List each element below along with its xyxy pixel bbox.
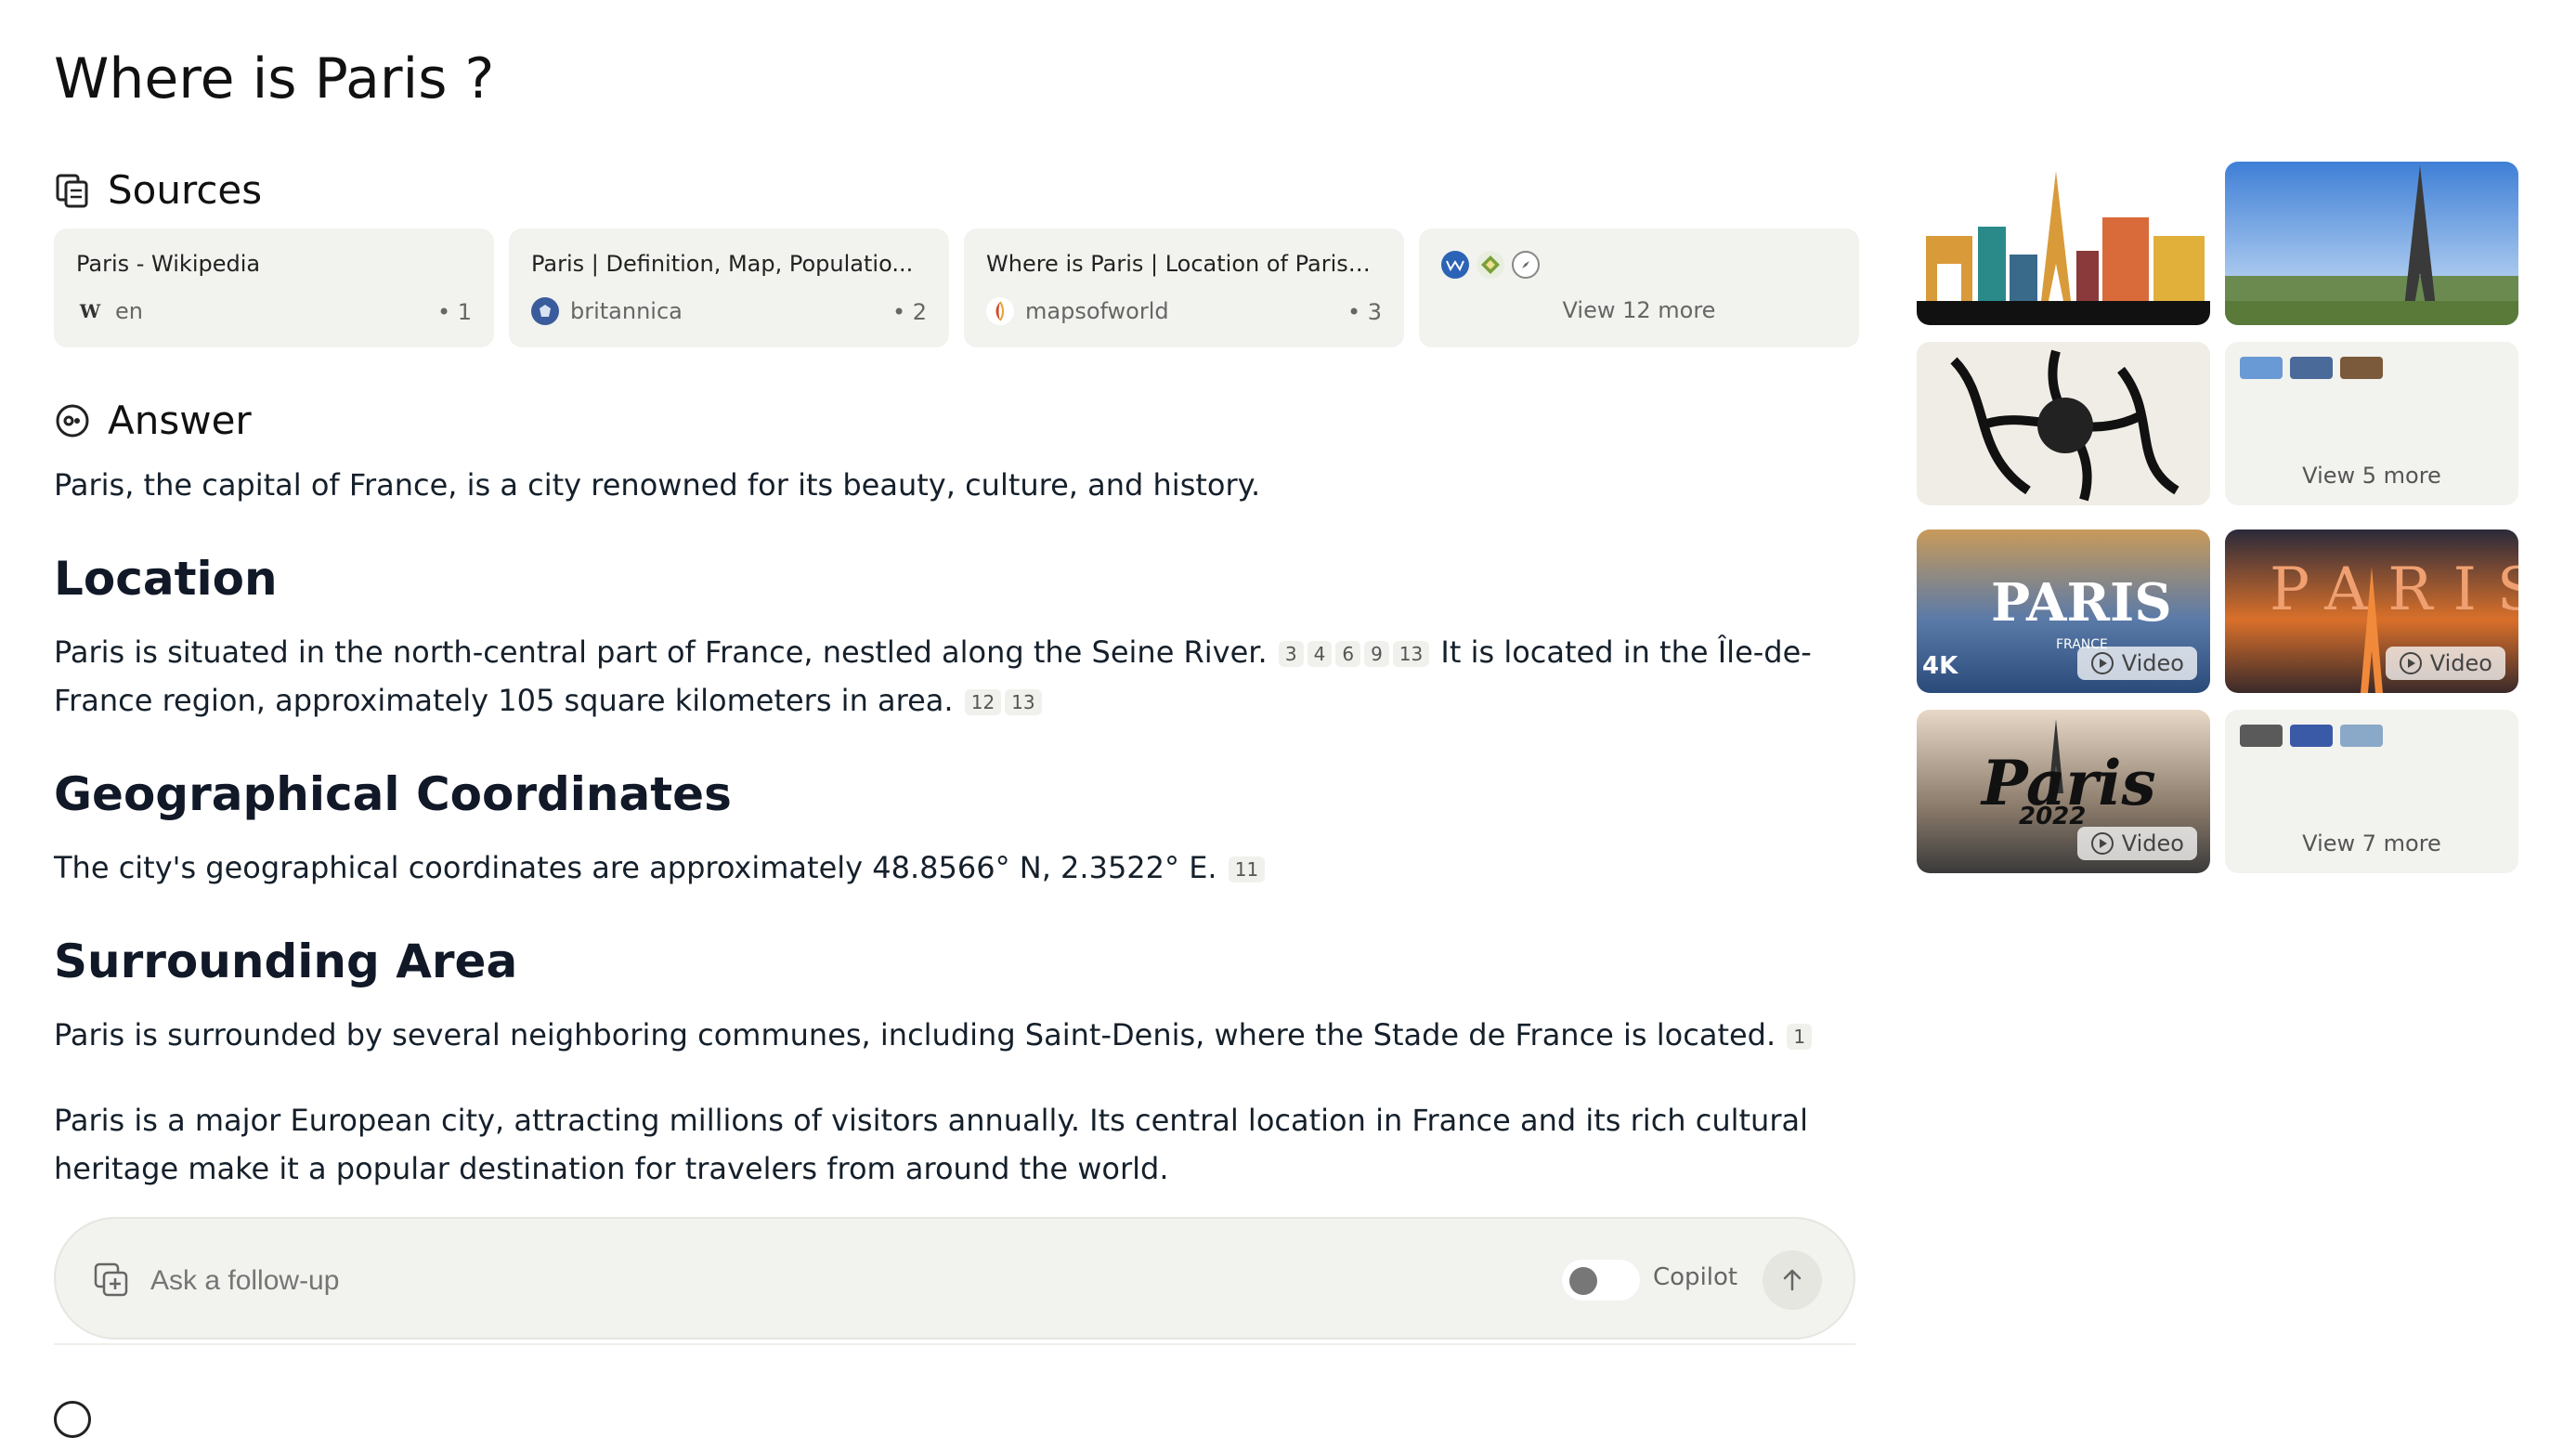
- source-index: • 1: [436, 299, 472, 325]
- source-index: • 2: [891, 299, 927, 325]
- source-site: mapsofworld: [1025, 298, 1169, 324]
- view-more-sources-button[interactable]: View 12 more: [1419, 229, 1859, 347]
- view-more-label: View 12 more: [1562, 297, 1716, 323]
- divider: [54, 1343, 1855, 1345]
- citation-badge[interactable]: 13: [1392, 641, 1430, 667]
- play-icon: [2090, 652, 2114, 674]
- page-title: Where is Paris ?: [54, 46, 495, 111]
- source-site: en: [115, 298, 143, 324]
- britannica-icon: [531, 297, 559, 325]
- mini-thumbnail: [2340, 725, 2383, 747]
- location-paragraph: Paris is situated in the north-central p…: [54, 634, 1812, 718]
- video-thumbnail[interactable]: Paris 2022 Video: [1917, 710, 2210, 873]
- mini-thumbnail: [2240, 725, 2283, 747]
- mini-thumbnail: [2290, 725, 2333, 747]
- view-more-label: View 7 more: [2302, 830, 2441, 856]
- mapsofworld-icon: [986, 297, 1014, 325]
- source-title: Paris - Wikipedia: [76, 251, 261, 277]
- citation-badge[interactable]: 11: [1228, 856, 1266, 882]
- sources-icon: [56, 174, 88, 207]
- video-subtitle: 4K: [1922, 652, 1958, 680]
- mini-thumbnail: [2240, 357, 2283, 379]
- view-more-label: View 5 more: [2302, 463, 2441, 489]
- image-thumbnail[interactable]: [1917, 162, 2210, 325]
- citation-badge[interactable]: 3: [1278, 641, 1304, 667]
- copilot-toggle[interactable]: [1562, 1260, 1640, 1301]
- video-badge: Video: [2385, 647, 2505, 680]
- source-card-mapsofworld[interactable]: Where is Paris | Location of Paris ... m…: [964, 229, 1404, 347]
- copilot-label: Copilot: [1653, 1263, 1738, 1291]
- citation-badge[interactable]: 6: [1335, 641, 1361, 667]
- section-heading-location: Location: [54, 552, 278, 606]
- video-subtitle: 2022: [2019, 803, 2087, 830]
- video-badge: Video: [2076, 647, 2197, 680]
- video-thumbnail[interactable]: PARIS Video: [2225, 529, 2518, 693]
- mini-thumbnail: [2340, 357, 2383, 379]
- sources-list: Paris - Wikipedia W en • 1 Paris | Defin…: [54, 229, 1859, 347]
- source-title: Where is Paris | Location of Paris ...: [986, 251, 1376, 277]
- source-site: britannica: [570, 298, 683, 324]
- video-thumbnail[interactable]: PARIS 4K FRANCE Video: [1917, 529, 2210, 693]
- closing-paragraph: Paris is a major European city, attracti…: [54, 1103, 1808, 1186]
- map-source-icon: [1477, 251, 1504, 279]
- sources-heading: Sources: [54, 167, 262, 213]
- section-heading-surrounding: Surrounding Area: [54, 935, 518, 988]
- globe-source-icon: [1441, 251, 1469, 279]
- send-button[interactable]: [1763, 1250, 1822, 1310]
- citation-badge[interactable]: 4: [1307, 641, 1333, 667]
- attach-icon[interactable]: [93, 1262, 130, 1299]
- source-card-britannica[interactable]: Paris | Definition, Map, Populatio... br…: [509, 229, 949, 347]
- section-heading-coordinates: Geographical Coordinates: [54, 767, 732, 821]
- citation-badge[interactable]: 12: [964, 689, 1002, 715]
- video-title: PARIS: [1991, 572, 2172, 634]
- view-more-videos-button[interactable]: View 7 more: [2225, 710, 2518, 873]
- citation-badge[interactable]: 13: [1005, 689, 1042, 715]
- followup-bar: Copilot: [54, 1217, 1855, 1340]
- arrow-up-icon: [1783, 1269, 1802, 1291]
- source-card-wikipedia[interactable]: Paris - Wikipedia W en • 1: [54, 229, 494, 347]
- source-index: • 3: [1347, 299, 1382, 325]
- toggle-knob: [1569, 1267, 1597, 1295]
- answer-intro: Paris, the capital of France, is a city …: [54, 467, 1261, 503]
- wikipedia-icon: W: [79, 300, 101, 322]
- citation-badge[interactable]: 1: [1787, 1024, 1813, 1050]
- answer-heading: Answer: [54, 398, 252, 443]
- compass-icon: [1512, 251, 1540, 279]
- answer-icon: [56, 404, 89, 437]
- mini-thumbnail: [2290, 357, 2333, 379]
- related-icon: [54, 1401, 91, 1438]
- image-thumbnail[interactable]: [1917, 342, 2210, 505]
- play-icon: [2090, 832, 2114, 855]
- coordinates-paragraph: The city's geographical coordinates are …: [54, 843, 1855, 892]
- video-badge: Video: [2076, 827, 2197, 860]
- followup-input[interactable]: [149, 1247, 1545, 1315]
- citation-badge[interactable]: 9: [1364, 641, 1389, 667]
- play-icon: [2399, 652, 2422, 674]
- surrounding-paragraph: Paris is surrounded by several neighbori…: [54, 1011, 1855, 1059]
- source-title: Paris | Definition, Map, Populatio...: [531, 251, 914, 277]
- view-more-images-button[interactable]: View 5 more: [2225, 342, 2518, 505]
- image-thumbnail[interactable]: [2225, 162, 2518, 325]
